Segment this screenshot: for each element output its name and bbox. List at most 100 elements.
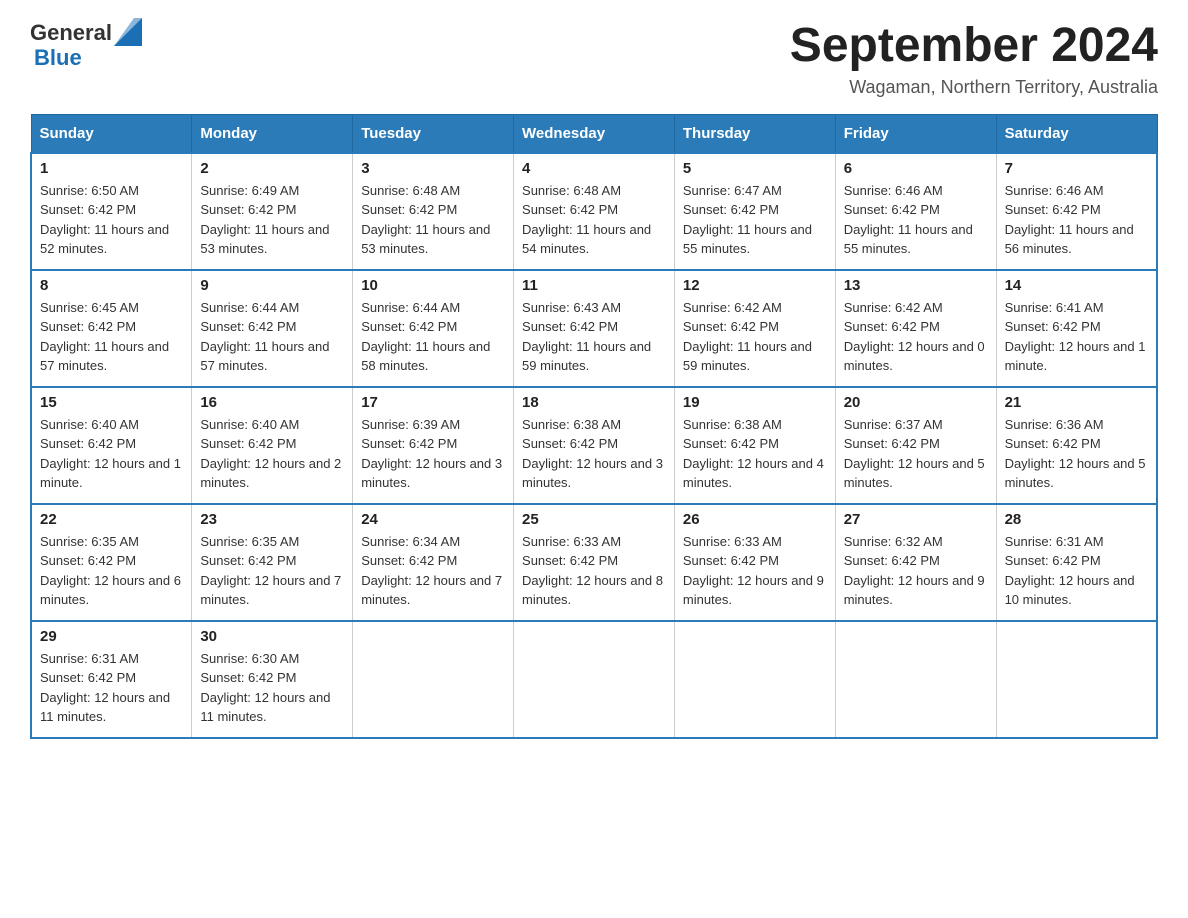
day-number: 5 xyxy=(683,160,827,177)
day-info: Sunrise: 6:31 AMSunset: 6:42 PMDaylight:… xyxy=(40,649,183,727)
location-text: Wagaman, Northern Territory, Australia xyxy=(790,77,1158,98)
day-info: Sunrise: 6:46 AMSunset: 6:42 PMDaylight:… xyxy=(1005,181,1148,259)
day-info: Sunrise: 6:50 AMSunset: 6:42 PMDaylight:… xyxy=(40,181,183,259)
day-number: 23 xyxy=(200,511,344,528)
day-number: 30 xyxy=(200,628,344,645)
day-number: 18 xyxy=(522,394,666,411)
day-cell-19: 19 Sunrise: 6:38 AMSunset: 6:42 PMDayligh… xyxy=(674,387,835,504)
day-number: 6 xyxy=(844,160,988,177)
day-info: Sunrise: 6:43 AMSunset: 6:42 PMDaylight:… xyxy=(522,298,666,376)
day-info: Sunrise: 6:40 AMSunset: 6:42 PMDaylight:… xyxy=(200,415,344,493)
day-number: 28 xyxy=(1005,511,1148,528)
day-number: 11 xyxy=(522,277,666,294)
week-row-1: 1Sunrise: 6:50 AMSunset: 6:42 PMDaylight… xyxy=(31,153,1157,270)
day-cell-27: 27 Sunrise: 6:32 AMSunset: 6:42 PMDayligh… xyxy=(835,504,996,621)
day-number: 13 xyxy=(844,277,988,294)
day-number: 22 xyxy=(40,511,183,528)
week-row-3: 15 Sunrise: 6:40 AMSunset: 6:42 PMDayligh… xyxy=(31,387,1157,504)
day-info: Sunrise: 6:49 AMSunset: 6:42 PMDaylight:… xyxy=(200,181,344,259)
title-block: September 2024 Wagaman, Northern Territo… xyxy=(790,20,1158,98)
day-number: 24 xyxy=(361,511,505,528)
day-info: Sunrise: 6:33 AMSunset: 6:42 PMDaylight:… xyxy=(683,532,827,610)
day-info: Sunrise: 6:44 AMSunset: 6:42 PMDaylight:… xyxy=(200,298,344,376)
day-cell-23: 23 Sunrise: 6:35 AMSunset: 6:42 PMDayligh… xyxy=(192,504,353,621)
day-cell-18: 18 Sunrise: 6:38 AMSunset: 6:42 PMDayligh… xyxy=(514,387,675,504)
day-info: Sunrise: 6:45 AMSunset: 6:42 PMDaylight:… xyxy=(40,298,183,376)
day-info: Sunrise: 6:34 AMSunset: 6:42 PMDaylight:… xyxy=(361,532,505,610)
logo-general-text: General xyxy=(30,21,112,45)
day-info: Sunrise: 6:30 AMSunset: 6:42 PMDaylight:… xyxy=(200,649,344,727)
day-cell-8: 8 Sunrise: 6:45 AMSunset: 6:42 PMDaylight… xyxy=(31,270,192,387)
day-info: Sunrise: 6:42 AMSunset: 6:42 PMDaylight:… xyxy=(683,298,827,376)
week-row-4: 22 Sunrise: 6:35 AMSunset: 6:42 PMDayligh… xyxy=(31,504,1157,621)
calendar-header-row: SundayMondayTuesdayWednesdayThursdayFrid… xyxy=(31,114,1157,153)
day-info: Sunrise: 6:46 AMSunset: 6:42 PMDaylight:… xyxy=(844,181,988,259)
day-cell-26: 26 Sunrise: 6:33 AMSunset: 6:42 PMDayligh… xyxy=(674,504,835,621)
empty-cell xyxy=(996,621,1157,738)
day-number: 20 xyxy=(844,394,988,411)
col-header-thursday: Thursday xyxy=(674,114,835,153)
empty-cell xyxy=(514,621,675,738)
day-number: 10 xyxy=(361,277,505,294)
calendar-table: SundayMondayTuesdayWednesdayThursdayFrid… xyxy=(30,114,1158,739)
day-cell-7: 7 Sunrise: 6:46 AMSunset: 6:42 PMDaylight… xyxy=(996,153,1157,270)
day-number: 21 xyxy=(1005,394,1148,411)
week-row-5: 29 Sunrise: 6:31 AMSunset: 6:42 PMDayligh… xyxy=(31,621,1157,738)
day-cell-28: 28Sunrise: 6:31 AMSunset: 6:42 PMDayligh… xyxy=(996,504,1157,621)
day-info: Sunrise: 6:36 AMSunset: 6:42 PMDaylight:… xyxy=(1005,415,1148,493)
col-header-friday: Friday xyxy=(835,114,996,153)
day-number: 15 xyxy=(40,394,183,411)
day-cell-16: 16 Sunrise: 6:40 AMSunset: 6:42 PMDayligh… xyxy=(192,387,353,504)
col-header-sunday: Sunday xyxy=(31,114,192,153)
day-number: 25 xyxy=(522,511,666,528)
day-number: 26 xyxy=(683,511,827,528)
day-cell-6: 6 Sunrise: 6:46 AMSunset: 6:42 PMDaylight… xyxy=(835,153,996,270)
day-cell-22: 22 Sunrise: 6:35 AMSunset: 6:42 PMDayligh… xyxy=(31,504,192,621)
day-info: Sunrise: 6:38 AMSunset: 6:42 PMDaylight:… xyxy=(522,415,666,493)
day-number: 29 xyxy=(40,628,183,645)
day-info: Sunrise: 6:32 AMSunset: 6:42 PMDaylight:… xyxy=(844,532,988,610)
day-cell-14: 14 Sunrise: 6:41 AMSunset: 6:42 PMDayligh… xyxy=(996,270,1157,387)
logo: General Blue xyxy=(30,20,142,70)
day-info: Sunrise: 6:47 AMSunset: 6:42 PMDaylight:… xyxy=(683,181,827,259)
day-number: 9 xyxy=(200,277,344,294)
col-header-tuesday: Tuesday xyxy=(353,114,514,153)
day-cell-9: 9 Sunrise: 6:44 AMSunset: 6:42 PMDaylight… xyxy=(192,270,353,387)
day-cell-15: 15Sunrise: 6:40 AMSunset: 6:42 PMDayligh… xyxy=(31,387,192,504)
day-number: 2 xyxy=(200,160,344,177)
day-info: Sunrise: 6:35 AMSunset: 6:42 PMDaylight:… xyxy=(40,532,183,610)
day-number: 7 xyxy=(1005,160,1148,177)
day-cell-11: 11 Sunrise: 6:43 AMSunset: 6:42 PMDayligh… xyxy=(514,270,675,387)
day-cell-3: 3Sunrise: 6:48 AMSunset: 6:42 PMDaylight… xyxy=(353,153,514,270)
day-info: Sunrise: 6:44 AMSunset: 6:42 PMDaylight:… xyxy=(361,298,505,376)
month-title: September 2024 xyxy=(790,20,1158,73)
day-number: 16 xyxy=(200,394,344,411)
day-cell-20: 20Sunrise: 6:37 AMSunset: 6:42 PMDayligh… xyxy=(835,387,996,504)
day-number: 19 xyxy=(683,394,827,411)
day-info: Sunrise: 6:38 AMSunset: 6:42 PMDaylight:… xyxy=(683,415,827,493)
day-cell-10: 10 Sunrise: 6:44 AMSunset: 6:42 PMDayligh… xyxy=(353,270,514,387)
day-number: 3 xyxy=(361,160,505,177)
day-info: Sunrise: 6:35 AMSunset: 6:42 PMDaylight:… xyxy=(200,532,344,610)
empty-cell xyxy=(353,621,514,738)
day-number: 4 xyxy=(522,160,666,177)
day-cell-12: 12 Sunrise: 6:42 AMSunset: 6:42 PMDayligh… xyxy=(674,270,835,387)
day-info: Sunrise: 6:39 AMSunset: 6:42 PMDaylight:… xyxy=(361,415,505,493)
day-number: 12 xyxy=(683,277,827,294)
empty-cell xyxy=(674,621,835,738)
day-number: 27 xyxy=(844,511,988,528)
page-header: General Blue September 2024 Wagaman, Nor… xyxy=(30,20,1158,98)
day-number: 17 xyxy=(361,394,505,411)
day-number: 14 xyxy=(1005,277,1148,294)
day-info: Sunrise: 6:42 AMSunset: 6:42 PMDaylight:… xyxy=(844,298,988,376)
day-info: Sunrise: 6:33 AMSunset: 6:42 PMDaylight:… xyxy=(522,532,666,610)
logo-icon xyxy=(114,18,142,46)
day-info: Sunrise: 6:41 AMSunset: 6:42 PMDaylight:… xyxy=(1005,298,1148,376)
col-header-wednesday: Wednesday xyxy=(514,114,675,153)
day-number: 8 xyxy=(40,277,183,294)
day-cell-5: 5 Sunrise: 6:47 AMSunset: 6:42 PMDaylight… xyxy=(674,153,835,270)
day-cell-4: 4Sunrise: 6:48 AMSunset: 6:42 PMDaylight… xyxy=(514,153,675,270)
day-cell-29: 29 Sunrise: 6:31 AMSunset: 6:42 PMDayligh… xyxy=(31,621,192,738)
day-cell-2: 2 Sunrise: 6:49 AMSunset: 6:42 PMDaylight… xyxy=(192,153,353,270)
day-cell-30: 30 Sunrise: 6:30 AMSunset: 6:42 PMDayligh… xyxy=(192,621,353,738)
